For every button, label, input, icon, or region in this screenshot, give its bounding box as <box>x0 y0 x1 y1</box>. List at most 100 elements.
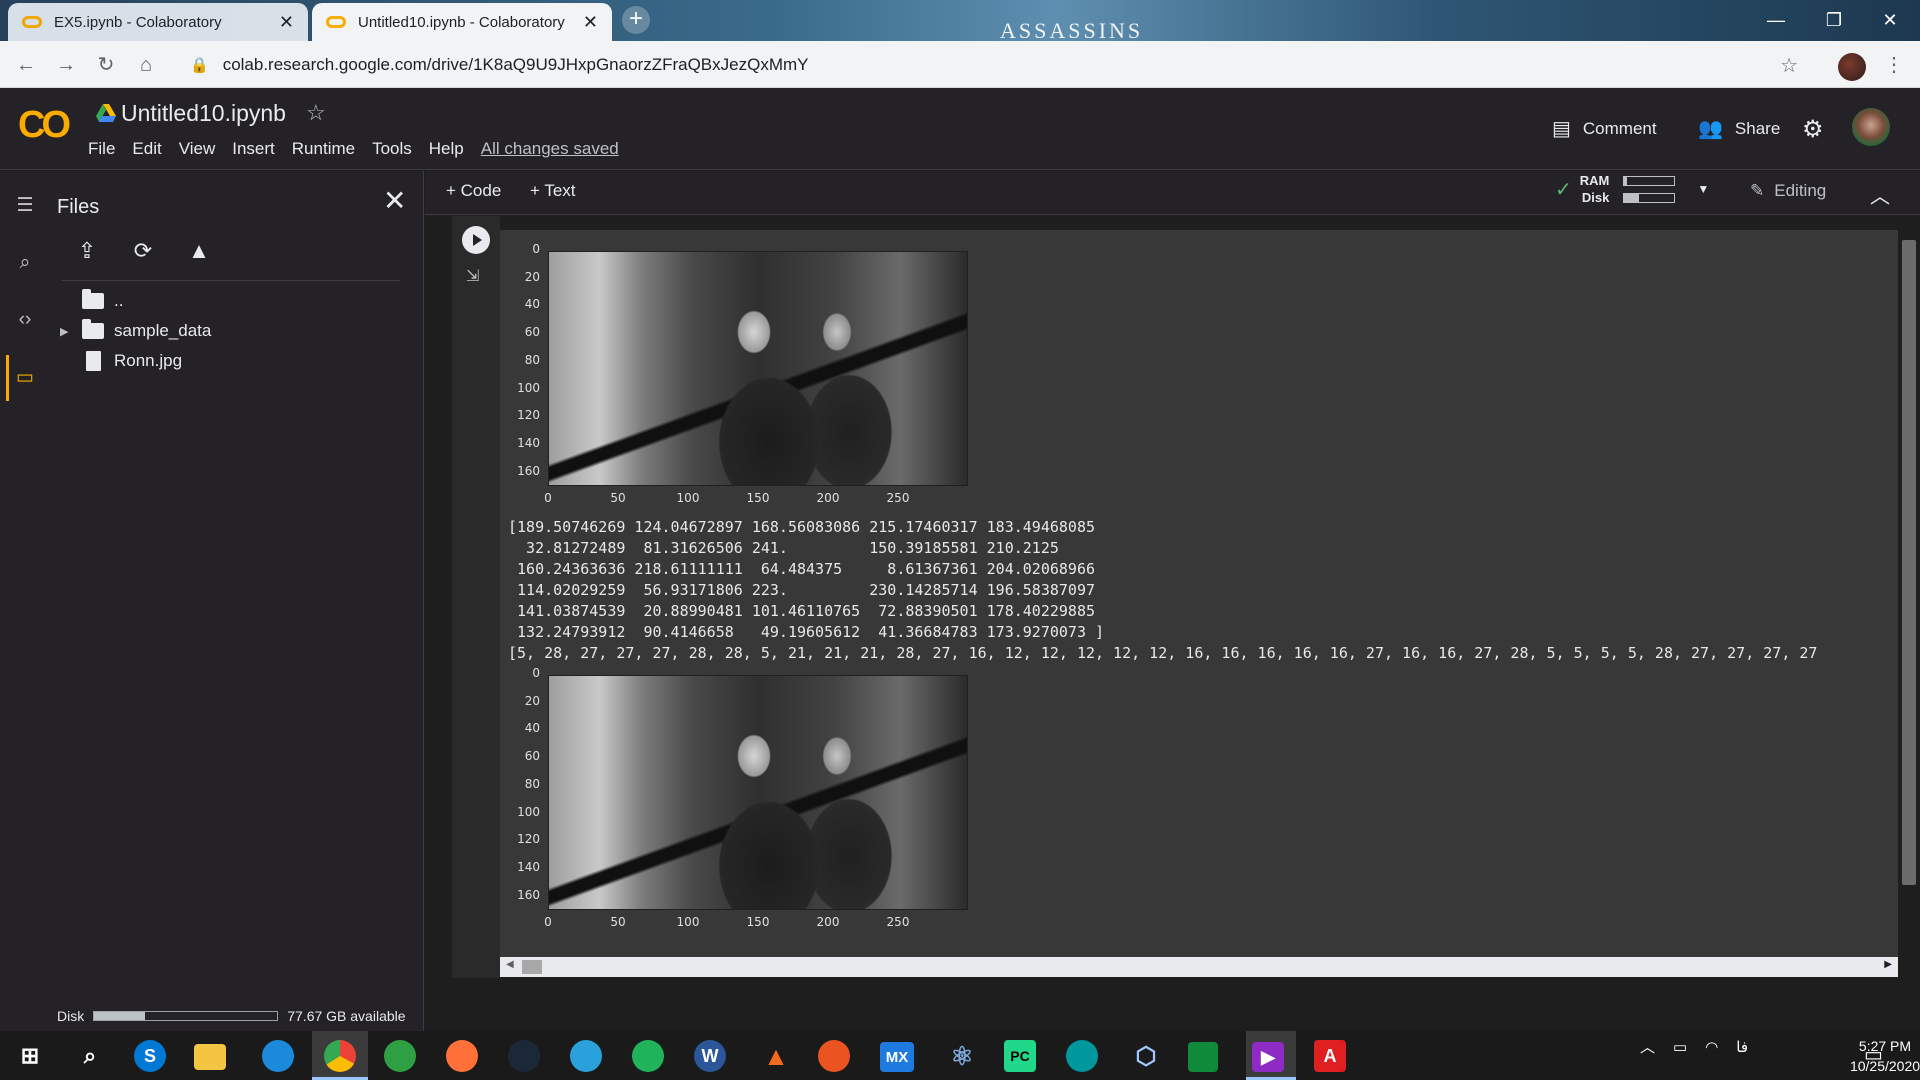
star-icon[interactable]: ☆ <box>306 100 326 126</box>
menu-runtime[interactable]: Runtime <box>292 139 355 159</box>
language-indicator[interactable]: فا <box>1736 1038 1748 1056</box>
file-tree-file-ronn[interactable]: Ronn.jpg <box>60 348 182 374</box>
steam-icon[interactable] <box>508 1040 540 1072</box>
mx-icon[interactable]: MX <box>880 1042 914 1072</box>
close-tab-icon[interactable]: ✕ <box>279 12 294 33</box>
restore-button[interactable]: ❐ <box>1814 6 1854 34</box>
output-menu-icon[interactable]: ⇲ <box>466 266 479 286</box>
messenger-icon[interactable] <box>632 1040 664 1072</box>
close-tab-icon[interactable]: ✕ <box>583 12 598 33</box>
menu-edit[interactable]: Edit <box>132 139 161 159</box>
expand-caret-icon[interactable]: ▶ <box>60 325 72 338</box>
browser-profile-avatar[interactable] <box>1838 53 1866 81</box>
chevron-up-icon[interactable]: ︿ <box>1870 180 1890 209</box>
atom-icon[interactable]: ⚛ <box>942 1036 982 1076</box>
battery-icon[interactable]: ▭ <box>1673 1038 1687 1056</box>
sheets-icon[interactable] <box>1188 1042 1218 1072</box>
browser-menu-icon[interactable]: ⋮ <box>1884 52 1904 77</box>
home-icon[interactable]: ⌂ <box>132 51 160 79</box>
file-tree-folder-sample-data[interactable]: ▶ sample_data <box>60 318 211 344</box>
skype-icon[interactable]: S <box>134 1040 166 1072</box>
virtualbox-icon[interactable]: ⬡ <box>1126 1036 1166 1076</box>
y-tick-label: 20 <box>524 269 540 284</box>
menu-insert[interactable]: Insert <box>232 139 275 159</box>
cell-output: 0 20 40 60 80 100 120 140 160 0 50 100 150 200 250 [1… <box>500 230 1898 957</box>
x-tick-label: 150 <box>746 491 770 505</box>
arduino-icon[interactable] <box>1066 1040 1098 1072</box>
y-tick-label: 120 <box>517 408 540 423</box>
edge-dev-icon[interactable] <box>384 1040 416 1072</box>
tab-title: Untitled10.ipynb - Colaboratory <box>358 13 565 31</box>
word-icon[interactable]: W <box>694 1040 726 1072</box>
upload-file-icon[interactable]: ⇪ <box>72 238 102 268</box>
table-of-contents-icon[interactable]: ☰ <box>0 194 50 217</box>
back-icon[interactable]: ← <box>12 51 40 79</box>
drive-icon[interactable] <box>96 104 116 122</box>
comment-button[interactable]: ▤ Comment <box>1552 116 1657 141</box>
minimize-button[interactable]: — <box>1756 6 1796 34</box>
file-explorer-icon[interactable] <box>194 1044 226 1070</box>
run-cell-button[interactable] <box>462 226 490 254</box>
telegram-icon[interactable] <box>570 1040 602 1072</box>
bookmark-star-icon[interactable]: ☆ <box>1780 53 1798 78</box>
horizontal-scrollbar[interactable]: ◀ ▶ <box>500 957 1898 977</box>
search-icon[interactable]: ⌕ <box>0 252 50 274</box>
user-avatar[interactable] <box>1852 108 1890 146</box>
matlab-icon[interactable]: ▲ <box>756 1036 796 1076</box>
pycharm-icon[interactable]: PC <box>1004 1040 1036 1072</box>
menu-tools[interactable]: Tools <box>372 139 412 159</box>
close-window-button[interactable]: ✕ <box>1870 6 1910 34</box>
settings-gear-icon[interactable]: ⚙ <box>1802 115 1824 144</box>
menu-view[interactable]: View <box>179 139 216 159</box>
ram-disk-indicator[interactable]: ✓ RAM Disk ▼ <box>1555 172 1709 206</box>
mount-drive-icon[interactable]: ▲ <box>184 238 214 268</box>
menu-file[interactable]: File <box>88 139 115 159</box>
notification-center-icon[interactable]: ▭ <box>1864 1042 1883 1067</box>
chrome-icon[interactable] <box>324 1040 356 1072</box>
y-tick-label: 0 <box>532 666 540 680</box>
wifi-icon[interactable]: ◠ <box>1705 1038 1718 1056</box>
chevron-down-icon[interactable]: ▼ <box>1697 182 1709 196</box>
file-label: .. <box>114 291 124 310</box>
url-text[interactable]: colab.research.google.com/drive/1K8aQ9U9… <box>223 55 809 75</box>
ubuntu-icon[interactable] <box>818 1040 850 1072</box>
notebook-title[interactable]: Untitled10.ipynb <box>121 100 286 127</box>
browser-tab-untitled10[interactable]: Untitled10.ipynb - Colaboratory ✕ <box>312 3 612 41</box>
add-code-button[interactable]: + Code <box>446 181 501 201</box>
y-tick-label: 80 <box>524 776 540 791</box>
editing-label: Editing <box>1774 181 1827 200</box>
save-status-link[interactable]: All changes saved <box>481 139 619 159</box>
windows-start-icon[interactable]: ⊞ <box>10 1036 50 1076</box>
disk-bar <box>1623 192 1676 203</box>
chevron-up-icon[interactable]: ︿ <box>1640 1036 1655 1057</box>
reload-icon[interactable]: ↻ <box>92 51 120 79</box>
new-tab-button[interactable]: + <box>622 6 650 34</box>
files-folder-icon[interactable]: ▭ <box>0 366 50 389</box>
address-bar: ← → ↻ ⌂ 🔒 colab.research.google.com/driv… <box>0 41 1920 88</box>
pencil-icon: ✎ <box>1750 181 1765 200</box>
array-output-text: [189.50746269 124.04672897 168.56083086 … <box>508 518 1105 641</box>
firefox-icon[interactable] <box>446 1040 478 1072</box>
close-icon[interactable]: ✕ <box>383 184 406 217</box>
visual-studio-icon[interactable]: ▶ <box>1252 1042 1284 1072</box>
share-button[interactable]: 👥 Share <box>1698 116 1780 141</box>
refresh-folder-icon[interactable]: ⟳ <box>128 238 158 268</box>
omnibox[interactable]: 🔒 colab.research.google.com/drive/1K8aQ9… <box>176 47 1816 83</box>
code-snippets-icon[interactable]: ‹› <box>0 309 50 331</box>
colab-logo[interactable]: CO <box>18 104 71 147</box>
scroll-right-icon[interactable]: ▶ <box>1884 959 1892 970</box>
edge-icon[interactable] <box>262 1040 294 1072</box>
acrobat-icon[interactable]: A <box>1314 1040 1346 1072</box>
add-text-button[interactable]: + Text <box>530 181 576 201</box>
menu-help[interactable]: Help <box>429 139 464 159</box>
scroll-left-icon[interactable]: ◀ <box>506 959 514 970</box>
file-tree-parent[interactable]: .. <box>60 288 123 314</box>
file-label: sample_data <box>114 321 212 340</box>
editing-mode-button[interactable]: ✎ Editing <box>1750 181 1826 201</box>
search-icon[interactable]: ⌕ <box>70 1036 110 1076</box>
vertical-scrollbar[interactable] <box>1902 240 1916 885</box>
forward-icon[interactable]: → <box>52 51 80 79</box>
y-tick-label: 60 <box>524 325 540 340</box>
scroll-thumb[interactable] <box>522 960 542 974</box>
browser-tab-ex5[interactable]: EX5.ipynb - Colaboratory ✕ <box>8 3 308 41</box>
